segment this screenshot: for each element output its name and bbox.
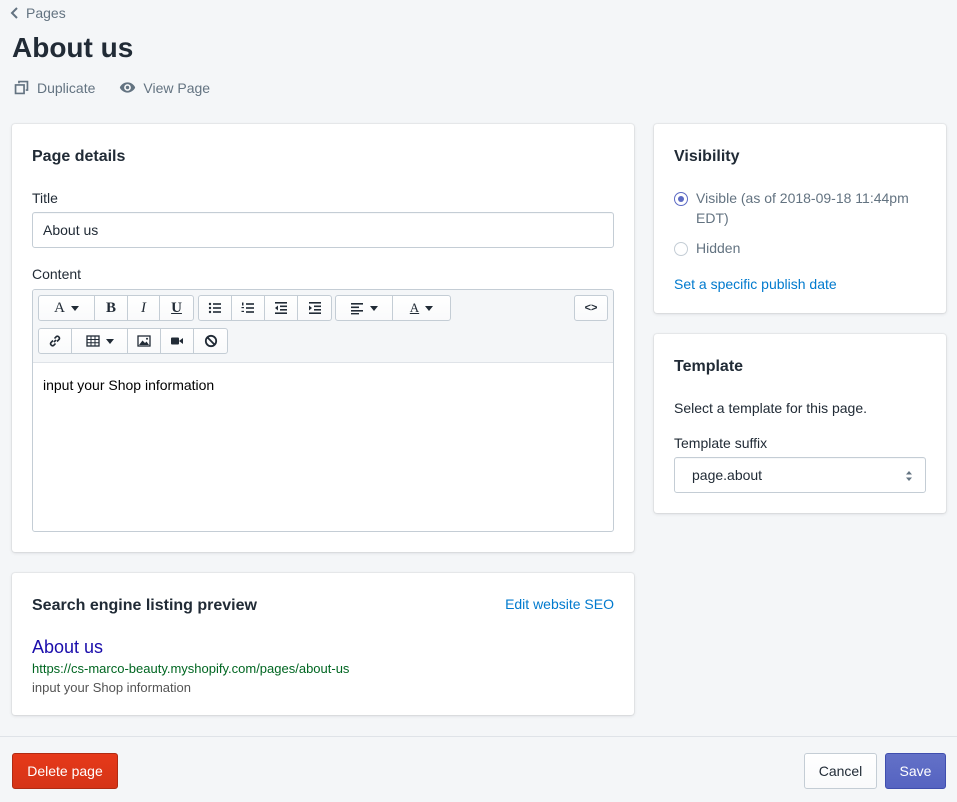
template-card: Template Select a template for this page… (654, 334, 946, 513)
save-button[interactable]: Save (885, 753, 946, 789)
eye-icon (120, 82, 136, 93)
view-page-button[interactable]: View Page (119, 79, 210, 96)
chevron-down-icon (70, 305, 79, 311)
visible-option[interactable]: Visible (as of 2018-09-18 11:44pm EDT) (674, 190, 924, 228)
clear-format-button[interactable] (194, 329, 227, 353)
visible-radio[interactable] (674, 192, 688, 206)
cancel-button[interactable]: Cancel (804, 753, 877, 789)
template-heading: Template (674, 358, 744, 375)
editor-toolbar: A B I U A <> (33, 290, 613, 363)
hidden-option[interactable]: Hidden (674, 240, 740, 256)
indent-button[interactable] (298, 296, 331, 320)
chevron-down-icon (425, 305, 434, 311)
template-suffix-select[interactable]: page.about (674, 457, 926, 493)
numbered-list-button[interactable] (232, 296, 265, 320)
video-button[interactable] (161, 329, 194, 353)
template-suffix-label: Template suffix (674, 435, 768, 451)
edit-seo-link[interactable]: Edit website SEO (505, 596, 614, 612)
page-details-heading: Page details (32, 148, 126, 165)
select-arrows-icon (906, 471, 912, 481)
indent-icon (308, 302, 321, 314)
text-color-dropdown[interactable]: A (393, 296, 450, 320)
content-label: Content (32, 266, 82, 282)
video-icon (171, 337, 183, 345)
link-icon (49, 335, 61, 347)
title-input-value: About us (43, 222, 99, 238)
duplicate-icon (14, 80, 29, 95)
seo-heading: Search engine listing preview (32, 597, 257, 614)
image-icon (137, 335, 151, 347)
font-dropdown-label: A (54, 299, 65, 316)
title-input[interactable]: About us (32, 212, 614, 248)
seo-card: Search engine listing preview Edit websi… (12, 573, 634, 715)
seo-preview-title: About us (32, 637, 104, 657)
page-title: About us (12, 32, 134, 63)
title-label: Title (32, 190, 58, 206)
chevron-down-icon (370, 305, 378, 311)
list-group (198, 295, 332, 321)
table-icon (85, 335, 100, 347)
delete-page-button[interactable]: Delete page (12, 753, 118, 789)
insert-group (38, 328, 228, 354)
table-dropdown[interactable] (72, 329, 128, 353)
page-details-card: Page details Title About us Content A B … (12, 124, 634, 552)
duplicate-button[interactable]: Duplicate (13, 79, 95, 96)
template-suffix-value: page.about (692, 467, 763, 483)
publish-date-link[interactable]: Set a specific publish date (674, 276, 837, 292)
bullet-list-icon (208, 302, 221, 314)
text-color-label: A (409, 300, 420, 315)
html-code-button[interactable]: <> (575, 296, 607, 320)
rich-text-editor: A B I U A <> input your Shop information (32, 289, 614, 532)
seo-preview-description: input your Shop information (32, 680, 191, 695)
template-description: Select a template for this page. (674, 400, 867, 416)
breadcrumb[interactable]: Pages (10, 5, 66, 21)
text-format-group: A B I U (38, 295, 194, 321)
underline-button[interactable]: U (160, 296, 193, 320)
numbered-list-icon (241, 302, 254, 313)
hidden-label: Hidden (696, 240, 741, 256)
align-left-icon (351, 303, 363, 315)
code-group: <> (574, 295, 608, 321)
font-dropdown[interactable]: A (39, 296, 95, 320)
italic-button[interactable]: I (128, 296, 160, 320)
footer-bar: Delete page Cancel Save (0, 736, 957, 802)
visibility-heading: Visibility (674, 148, 740, 165)
editor-content[interactable]: input your Shop information (33, 363, 613, 407)
breadcrumb-label: Pages (26, 5, 66, 21)
clear-format-icon (204, 334, 217, 348)
outdent-icon (275, 302, 287, 314)
alignment-group: A (335, 295, 451, 321)
seo-preview-url: https://cs-marco-beauty.myshopify.com/pa… (32, 661, 350, 676)
link-button[interactable] (39, 329, 72, 353)
visible-label: Visible (as of 2018-09-18 11:44pm EDT) (696, 190, 909, 226)
image-button[interactable] (128, 329, 161, 353)
duplicate-label: Duplicate (37, 79, 96, 96)
chevron-left-icon (10, 7, 18, 19)
bold-button[interactable]: B (95, 296, 128, 320)
hidden-radio[interactable] (674, 242, 688, 256)
chevron-down-icon (105, 338, 114, 344)
view-page-label: View Page (143, 79, 211, 96)
outdent-button[interactable] (265, 296, 298, 320)
visibility-card: Visibility Visible (as of 2018-09-18 11:… (654, 124, 946, 313)
align-dropdown[interactable] (336, 296, 393, 320)
page-actions: Duplicate View Page (13, 79, 210, 96)
bullet-list-button[interactable] (199, 296, 232, 320)
